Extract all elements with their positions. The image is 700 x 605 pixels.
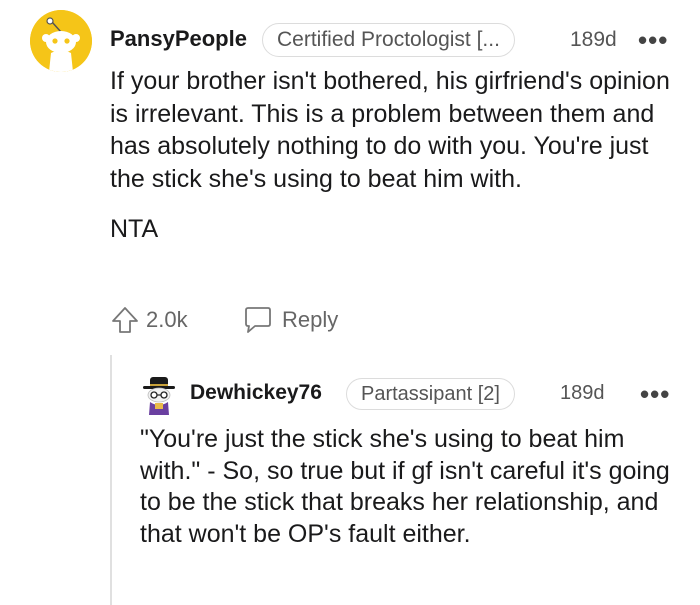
reply-header: Dewhickey76 Partassipant [2] 189d ••• [190, 378, 670, 410]
snoo-hat-avatar-icon [143, 377, 175, 415]
reply-bubble-icon [245, 307, 271, 333]
vote-count: 2.0k [146, 307, 188, 332]
comment-age: 189d [560, 382, 605, 404]
upvote-icon [112, 307, 138, 333]
user-flair: Certified Proctologist [... [262, 23, 515, 57]
comment-body: If your brother isn't bothered, his girf… [110, 65, 680, 246]
comment-header: PansyPeople Certified Proctologist [... … [110, 23, 680, 58]
username[interactable]: Dewhickey76 [190, 381, 322, 405]
comment-age: 189d [570, 28, 617, 51]
user-flair: Partassipant [2] [346, 378, 515, 410]
reply-button[interactable]: Reply [242, 305, 338, 335]
avatar[interactable] [140, 375, 178, 415]
comment-actions: 2.0k Reply [110, 303, 510, 339]
reply-body: "You're just the stick she's using to be… [140, 424, 685, 550]
comment-paragraph: "You're just the stick she's using to be… [140, 425, 670, 548]
comment-paragraph: NTA [110, 215, 159, 243]
more-options-icon[interactable]: ••• [640, 381, 670, 407]
avatar[interactable] [30, 10, 92, 72]
upvote-button[interactable]: 2.0k [110, 305, 188, 335]
reply-label: Reply [282, 307, 339, 332]
snoo-avatar-icon [30, 10, 92, 72]
username[interactable]: PansyPeople [110, 26, 247, 52]
more-options-icon[interactable]: ••• [638, 27, 668, 53]
thread-line[interactable] [110, 355, 112, 605]
comment-paragraph: If your brother isn't bothered, his girf… [110, 67, 670, 193]
